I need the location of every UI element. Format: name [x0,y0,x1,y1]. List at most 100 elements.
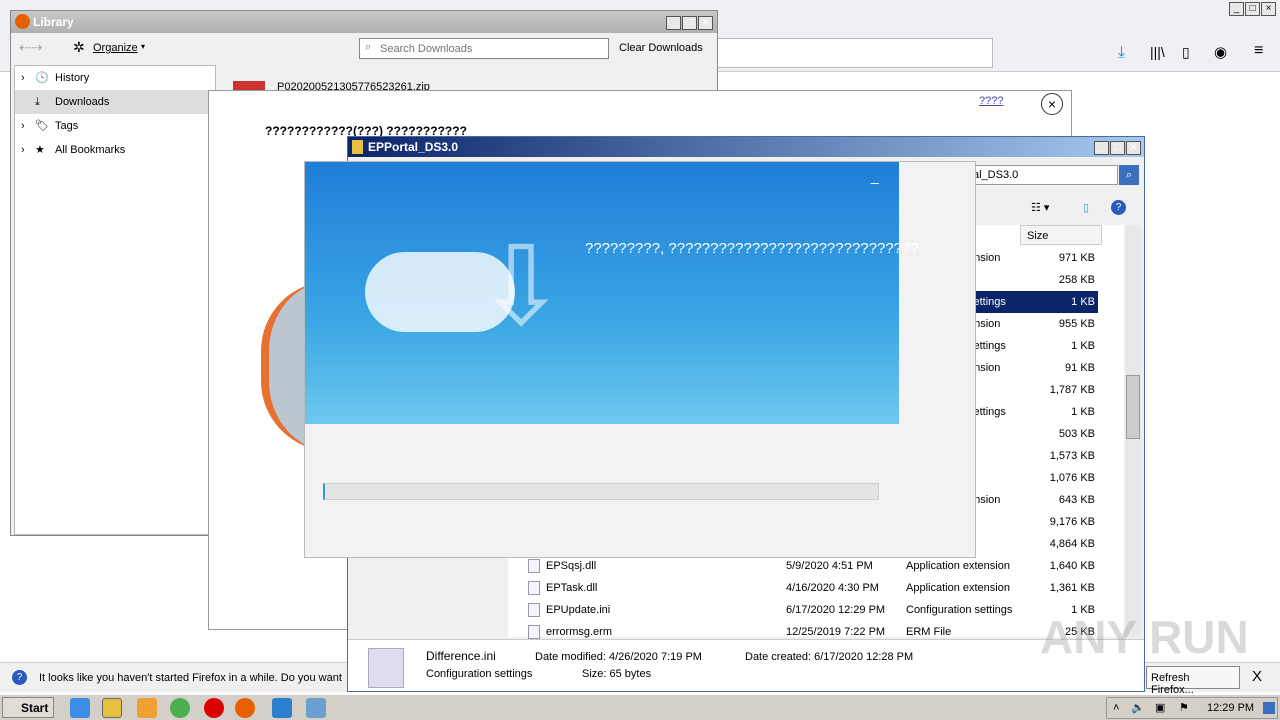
file-type: Application extension [906,560,1010,572]
explorer-icon[interactable] [102,698,122,718]
file-size: 1 KB [1071,340,1095,352]
settings-file-icon [368,648,404,688]
show-desktop-icon[interactable] [1263,702,1275,714]
file-row[interactable]: EPUpdate.ini 6/17/2020 12:29 PM Configurat… [508,599,1124,621]
search-button[interactable]: ⌕ [1119,165,1139,185]
search-icon: ⌕ [365,41,372,53]
account-icon[interactable]: ◉ [1214,43,1227,61]
file-name: EPSqsj.dll [546,560,597,572]
sidebar-label: Downloads [55,96,110,108]
file-size: 1,787 KB [1049,384,1095,396]
back-forward-icon[interactable]: ⇠⇢ [19,39,42,56]
progress-bar [323,483,879,500]
file-date: 4/16/2020 4:30 PM [786,582,879,594]
maximize-button[interactable]: □ [682,16,697,30]
minimize-button[interactable]: _ [1229,2,1244,16]
file-type: Configuration settings [906,604,1013,616]
sidebar-item-all-bookmarks[interactable]: › ★ All Bookmarks [15,138,215,162]
chrome-icon[interactable] [170,698,190,718]
details-modified: Date modified: 4/26/2020 7:19 PM [535,651,702,663]
clock[interactable]: 12:29 PM [1207,702,1254,714]
file-date: 6/17/2020 12:29 PM [786,604,886,616]
file-row[interactable]: EPTask.dll 4/16/2020 4:30 PM Application e… [508,577,1124,599]
file-icon [528,603,540,617]
media-player-icon[interactable] [137,698,157,718]
close-button[interactable]: × [1261,2,1276,16]
anyrun-watermark: ANY RUN [1040,611,1249,663]
details-name: Difference.ini [426,649,496,663]
start-button[interactable]: Start [2,697,54,718]
folder-icon [352,140,363,154]
file-size: 91 KB [1065,362,1095,374]
sidebar-item-history[interactable]: › 🕓 History [15,66,215,90]
installer-icon[interactable] [306,698,326,718]
notification-text: It looks like you haven't started Firefo… [39,672,342,684]
minimize-button[interactable]: _ [1094,141,1109,155]
firefox-icon[interactable] [235,698,255,718]
close-button[interactable]: × [1126,141,1141,155]
details-type: Configuration settings [426,668,533,680]
file-type: Application extension [906,582,1010,594]
view-icon[interactable]: ☷ ▾ [1031,201,1049,214]
download-icon: ⤓ [35,96,40,108]
window-title: EPPortal_DS3.0 [368,140,459,154]
preview-pane-icon[interactable]: ▯ [1083,201,1089,214]
file-date: 5/9/2020 4:51 PM [786,560,873,572]
url-bar[interactable] [715,38,993,68]
info-icon: ? [12,670,27,685]
file-icon [528,581,540,595]
flag-icon[interactable]: ⚑ [1179,701,1189,714]
close-icon[interactable]: × [1041,93,1063,115]
file-size: 955 KB [1058,318,1095,330]
library-icon[interactable]: |||\ [1150,44,1165,60]
minimize-button[interactable]: _ [666,16,681,30]
volume-icon[interactable]: 🔈 [1131,701,1145,714]
app-icon[interactable] [272,698,292,718]
library-titlebar: Library _ □ × [11,11,717,33]
sidebar-item-tags[interactable]: › 🏷 Tags [15,114,215,138]
maximize-button[interactable]: □ [1110,141,1125,155]
firefox-icon [15,14,30,29]
menu-icon[interactable]: ≡ [1254,42,1263,60]
maximize-button[interactable]: □ [1245,2,1260,16]
file-size: 971 KB [1058,252,1095,264]
file-size: 1 KB [1071,296,1095,308]
sidebar-icon[interactable]: ▯ [1182,44,1190,61]
clear-downloads-button[interactable]: Clear Downloads [619,42,703,54]
installer-window: _ ⇩ ?????????, ?????????????????????????… [304,161,976,558]
file-icon [528,625,540,639]
file-name: EPTask.dll [546,582,598,594]
refresh-firefox-button[interactable]: Refresh Firefox... [1146,666,1240,696]
file-row[interactable]: EPSqsj.dll 5/9/2020 4:51 PM Application ex… [508,555,1124,577]
library-sidebar: › 🕓 History ⤓ Downloads › 🏷 Tags › ★ All Bookma… [14,65,216,535]
minimize-button[interactable]: _ [871,168,879,184]
scrollbar[interactable] [1125,225,1141,637]
sidebar-label: History [55,72,90,84]
star-icon: ★ [35,144,45,156]
file-size: 1 KB [1071,406,1095,418]
ie-icon[interactable] [70,698,90,718]
sidebar-item-downloads[interactable]: ⤓ Downloads [15,90,215,114]
file-size: 1,361 KB [1049,582,1095,594]
dialog-link[interactable]: ???? [979,95,1003,107]
file-size: 503 KB [1058,428,1095,440]
file-size: 643 KB [1058,494,1095,506]
help-icon[interactable]: ? [1111,200,1126,215]
explorer-titlebar: EPPortal_DS3.0 _ □ × [348,137,1144,157]
organize-button[interactable]: Organize [93,42,138,54]
close-icon[interactable]: X [1252,668,1262,685]
gear-icon: ✲ [73,39,85,55]
tag-icon: 🏷 [35,120,49,132]
file-icon [528,559,540,573]
sidebar-label: All Bookmarks [55,144,126,156]
address-bar[interactable]: al_DS3.0 [968,165,1118,185]
download-icon[interactable]: ⤓ [1118,44,1125,62]
column-header-size[interactable]: Size [1020,225,1102,245]
close-button[interactable]: × [698,16,713,30]
details-size: Size: 65 bytes [582,668,652,680]
network-icon[interactable]: ▣ [1155,701,1165,714]
search-downloads-input[interactable] [359,38,609,59]
opera-icon[interactable] [204,698,224,718]
scrollbar-thumb[interactable] [1126,375,1140,439]
tray-expand-icon[interactable]: ˄ [1113,702,1119,714]
